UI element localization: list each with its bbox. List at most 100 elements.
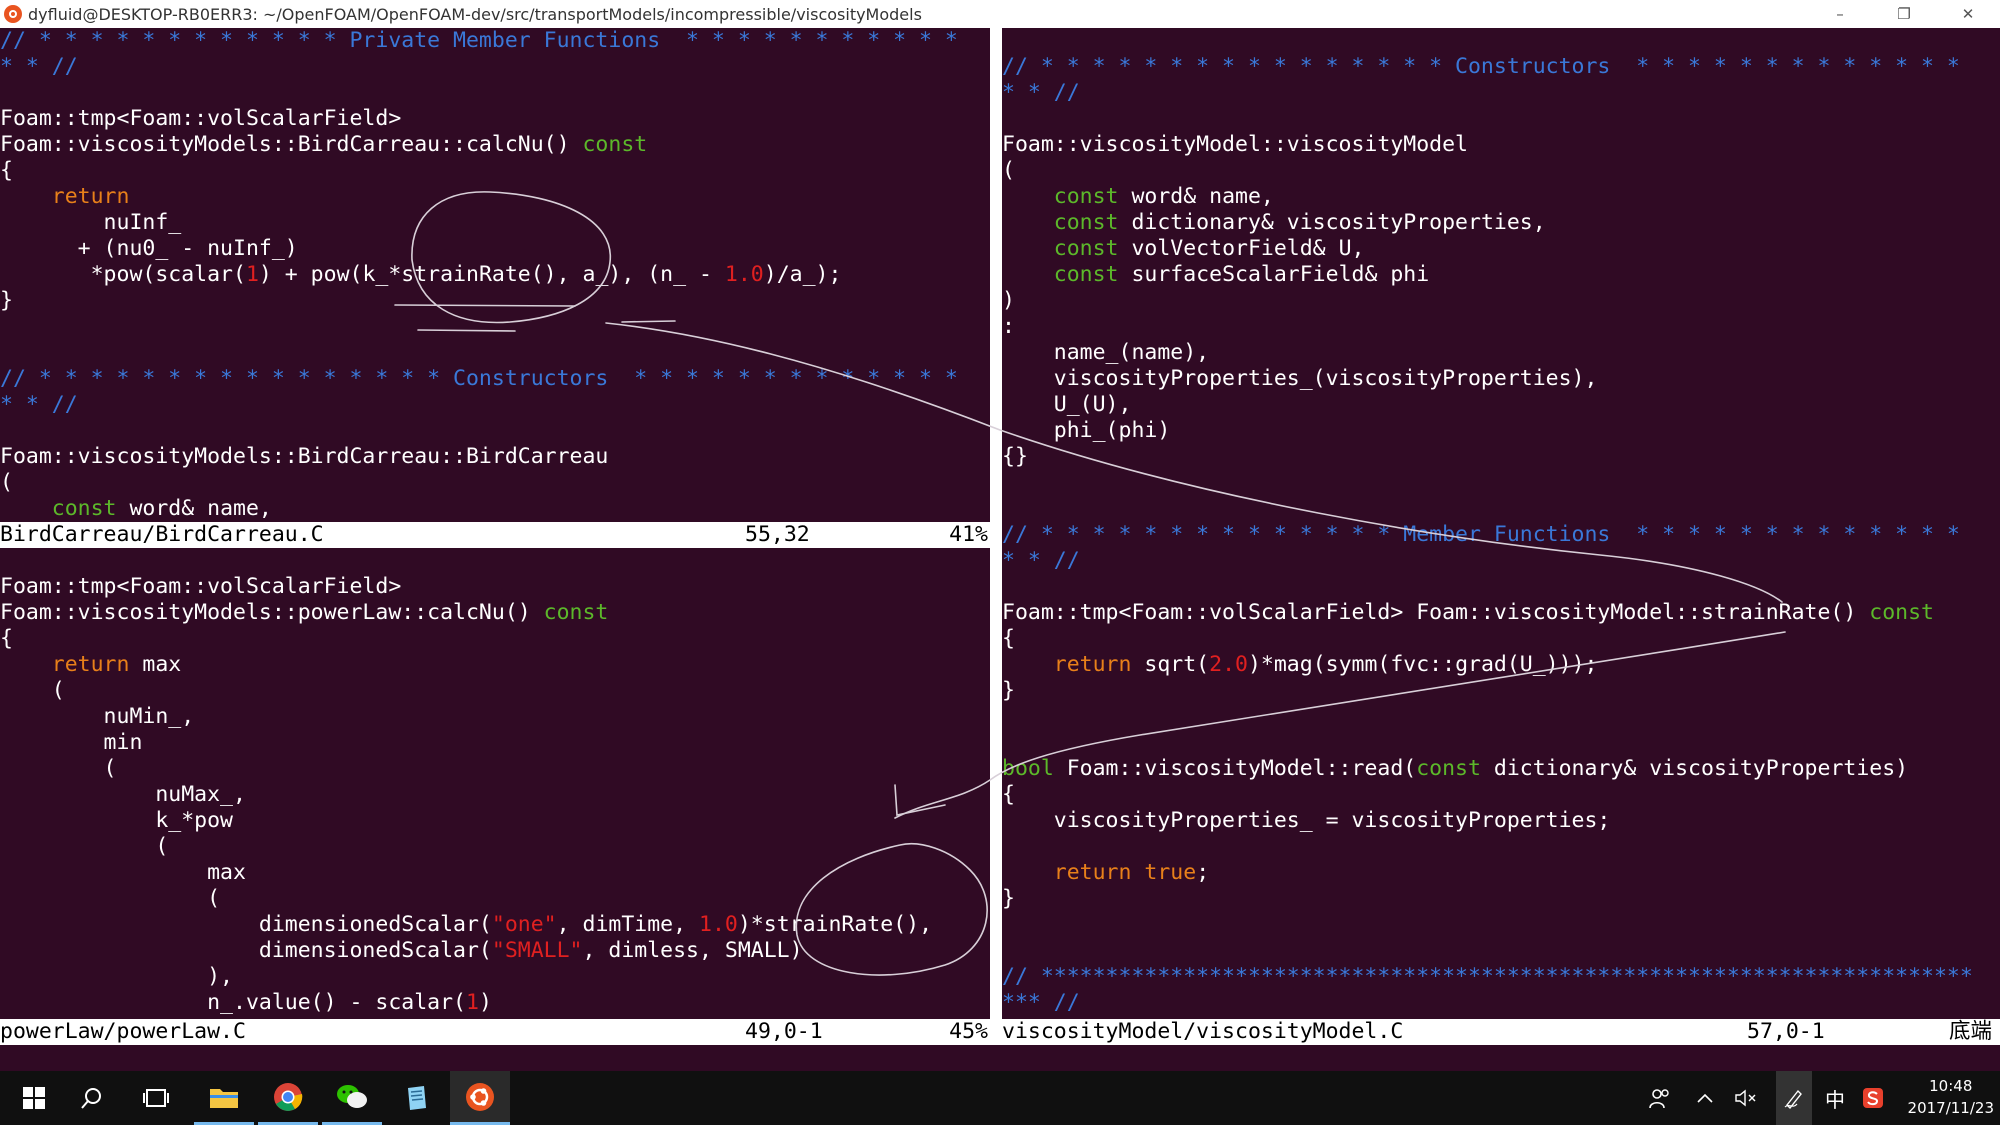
status-filename: viscosityModel/viscosityModel.C [1002,1019,1404,1044]
code-line: viscosityProperties_(viscosityProperties… [1002,366,1598,391]
code-line: // * * * * * * * * * * * * Private Membe… [0,28,958,53]
status-scroll-percent: 45% [949,1019,988,1044]
status-line-viscositymodel: viscosityModel/viscosityModel.C 57,0-1 底… [1002,1019,2000,1045]
people-icon[interactable] [1640,1071,1680,1125]
code-line: nuInf_ [0,210,182,235]
editor-pane-powerlaw[interactable]: Foam::tmp<Foam::volScalarField> Foam::vis… [0,548,990,1019]
editor-pane-birdcarreau[interactable]: // * * * * * * * * * * * * Private Membe… [0,28,990,522]
code-line: return [51,184,130,209]
code-line: * * // [0,54,78,79]
code-line: { [0,158,13,183]
code-line: n_.value() - scalar(1) [0,990,492,1015]
code-line: ( [0,678,65,703]
clock-time: 10:48 [1929,1077,1973,1095]
taskbar-clock[interactable]: 10:48 2017/11/23 [1908,1075,1994,1119]
code-line: ( [1002,158,1015,183]
code-line: k_*pow [0,808,233,833]
code-line: {} [1002,444,1028,469]
minimize-button[interactable]: – [1808,0,1872,28]
code-line: bool Foam::viscosityModel::read(const di… [1002,756,1909,781]
code-line: { [1002,626,1015,651]
code-line: Foam::viscosityModels::powerLaw::calcNu(… [0,600,609,625]
search-icon[interactable] [64,1071,120,1125]
code-line: nuMax_, [0,782,246,807]
code-line: max [0,860,246,885]
status-scroll-percent: 底端 [1948,1019,1992,1044]
status-filename: powerLaw/powerLaw.C [0,1019,246,1044]
status-cursor-position: 49,0-1 [745,1019,823,1044]
status-line-powerlaw: powerLaw/powerLaw.C 49,0-1 45% [0,1019,990,1045]
code-line: return max [51,652,182,677]
code-line: // * * * * * * * * * * * * * * * * Const… [0,366,958,391]
ime-indicator[interactable]: 中 [1818,1071,1852,1125]
editor-pane-viscositymodel[interactable]: // * * * * * * * * * * * * * * * * Const… [1002,28,2000,1019]
code-line: ( [0,756,117,781]
code-line: *pow(scalar(1) + pow(k_*strainRate(), a_… [0,262,842,287]
code-line: * * // [0,392,78,417]
status-filename: BirdCarreau/BirdCarreau.C [0,522,324,547]
code-line: : [1002,314,1015,339]
code-line: U_(U), [1002,392,1132,417]
code-line: *** // [1002,990,1080,1015]
code-line: ), [0,964,233,989]
code-line: dimensionedScalar("SMALL", dimless, SMAL… [0,938,803,963]
windows-taskbar: 中 10:48 2017/11/23 [0,1071,2000,1125]
code-line: // * * * * * * * * * * * * * * * * Const… [1002,54,1960,79]
status-scroll-percent: 41% [949,522,988,547]
code-line: Foam::viscosityModels::BirdCarreau::calc… [0,132,648,157]
ubuntu-icon[interactable] [450,1071,510,1125]
status-cursor-position: 55,32 [745,522,810,547]
wechat-icon[interactable] [322,1071,382,1125]
pen-ink-workspace-icon[interactable] [1776,1071,1812,1125]
chrome-icon[interactable] [258,1071,318,1125]
code-line: Foam::viscosityModels::BirdCarreau::Bird… [0,444,609,469]
sogou-ime-icon[interactable] [1856,1071,1890,1125]
code-line: const dictionary& viscosityProperties, [1053,210,1546,235]
code-line: ) [1002,288,1015,313]
code-line: * * // [1002,548,1080,573]
code-line: nuMin_, [0,704,195,729]
code-line: } [1002,886,1015,911]
maximize-button[interactable]: ❐ [1872,0,1936,28]
window-titlebar[interactable]: dyfluid@DESKTOP-RB0ERR3: ~/OpenFOAM/Open… [0,0,2000,28]
code-line: dimensionedScalar("one", dimTime, 1.0)*s… [0,912,933,937]
task-view-icon[interactable] [128,1071,184,1125]
code-line: const volVectorField& U, [1053,236,1365,261]
vertical-split-divider[interactable] [990,28,1002,1045]
clock-date: 2017/11/23 [1907,1099,1994,1117]
code-line: + (nu0_ - nuInf_) [0,236,298,261]
volume-muted-icon[interactable] [1728,1071,1764,1125]
show-hidden-icons-chevron-icon[interactable] [1688,1071,1722,1125]
code-line: Foam::tmp<Foam::volScalarField> Foam::vi… [1002,600,1934,625]
code-line: viscosityProperties_ = viscosityProperti… [1002,808,1611,833]
code-line: Foam::tmp<Foam::volScalarField> [0,574,402,599]
code-line: return true; [1053,860,1210,885]
windows-start-icon[interactable] [6,1071,62,1125]
code-line: const word& name, [51,496,272,521]
code-line: Foam::tmp<Foam::volScalarField> [0,106,402,131]
file-explorer-icon[interactable] [194,1071,254,1125]
code-text: // * * * * * * * * * * * * Private Membe… [0,28,990,522]
status-cursor-position: 57,0-1 [1747,1019,1825,1044]
window-title: dyfluid@DESKTOP-RB0ERR3: ~/OpenFOAM/Open… [28,4,922,24]
code-line: { [1002,782,1015,807]
notepad-icon[interactable] [386,1071,446,1125]
close-button[interactable]: ✕ [1936,0,2000,28]
code-text: // * * * * * * * * * * * * * * * * Const… [1002,28,2000,1016]
code-line: * * // [1002,80,1080,105]
